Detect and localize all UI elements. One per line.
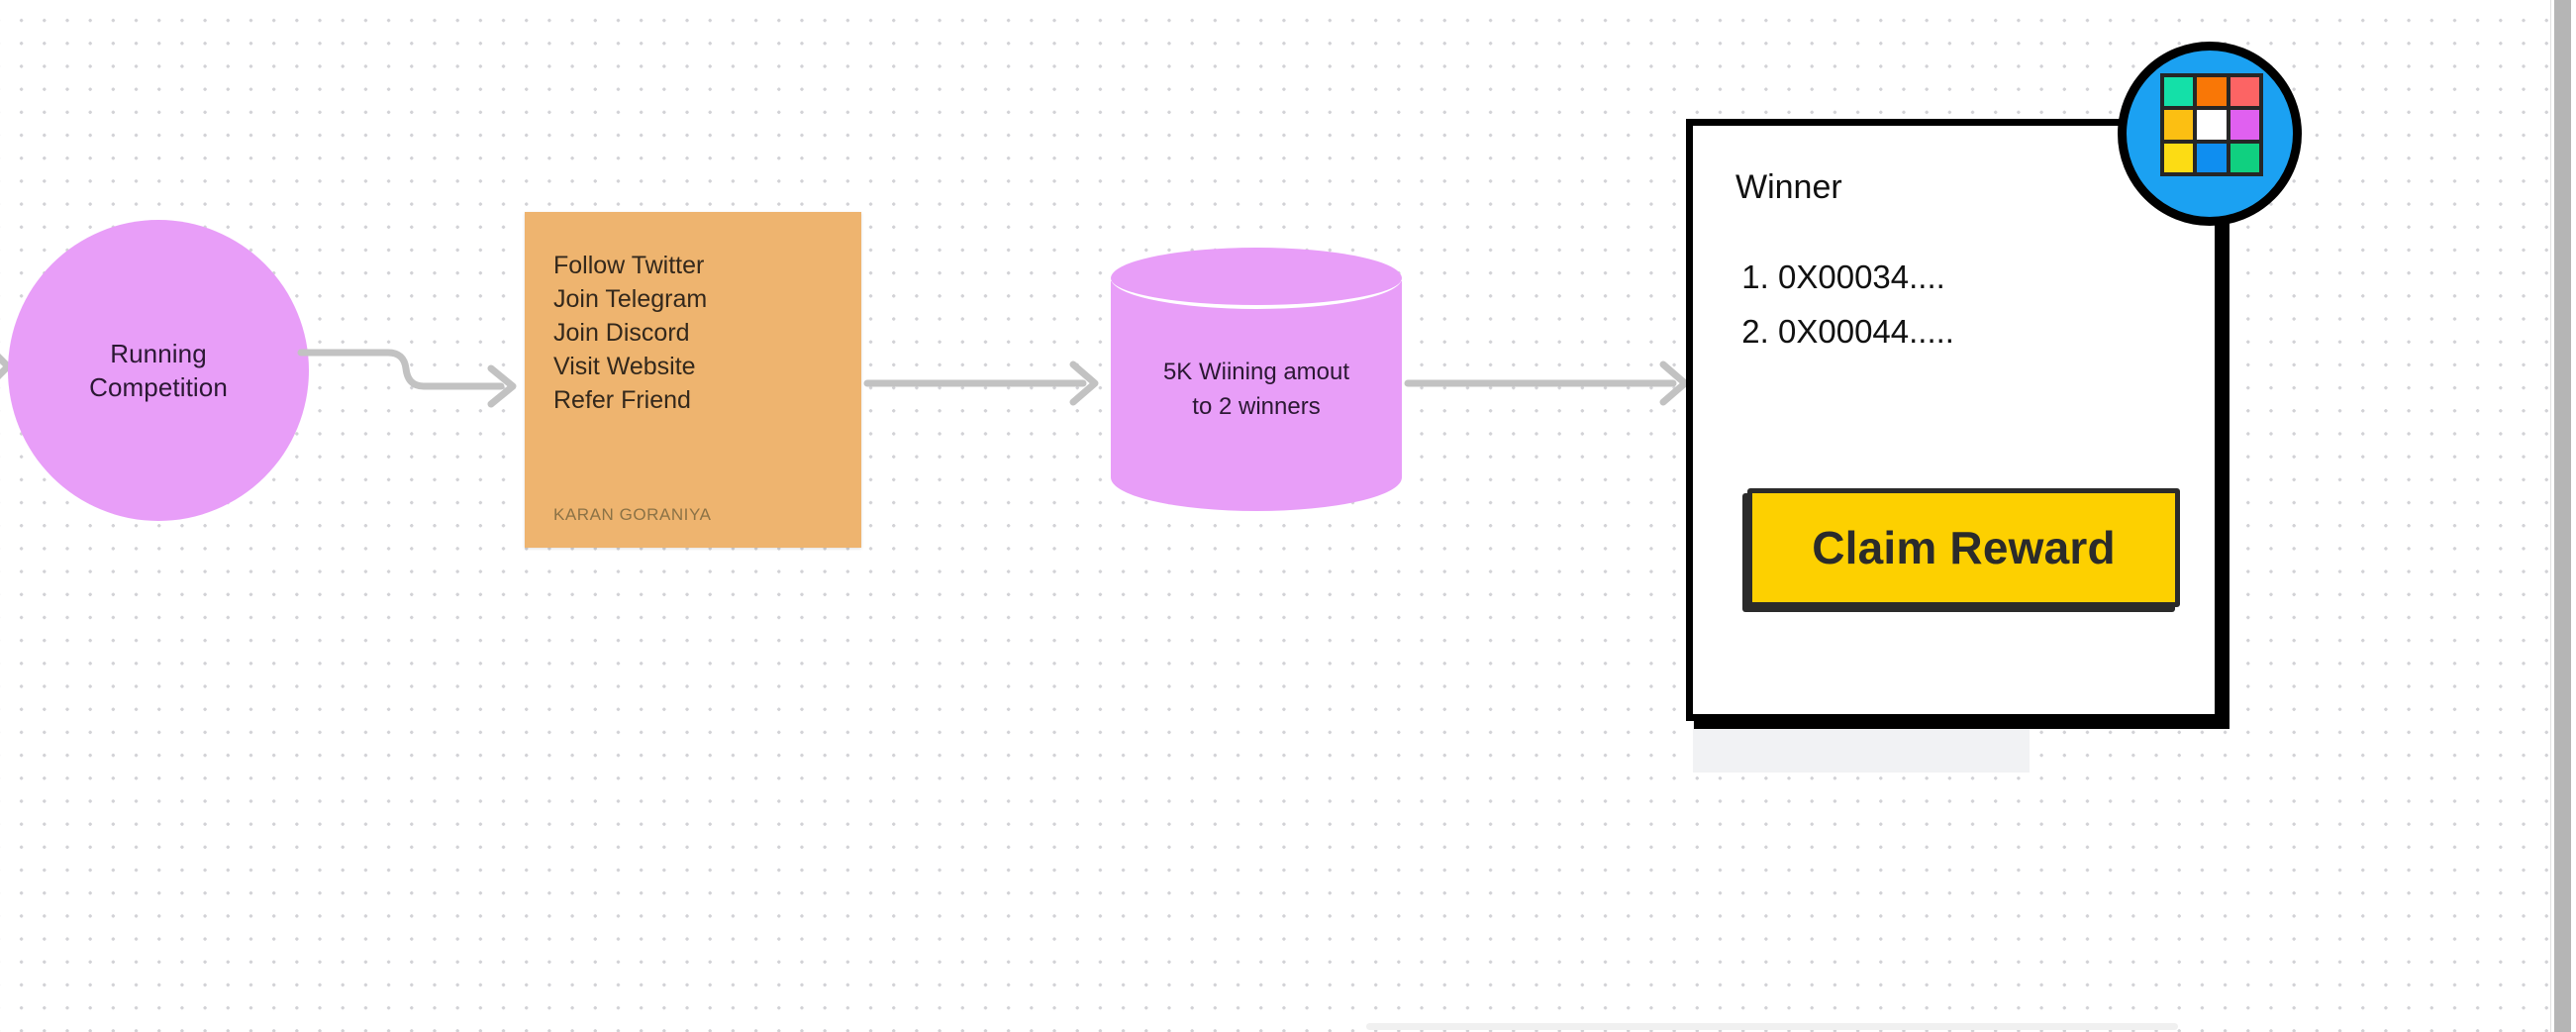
- winner-address-1: 0X00034....: [1778, 250, 1954, 304]
- badge-grid: [2160, 73, 2263, 176]
- node-running-competition[interactable]: Running Competition: [8, 220, 309, 521]
- task-item-refer-friend[interactable]: Refer Friend: [553, 383, 707, 417]
- competition-label-line2: Competition: [89, 372, 228, 402]
- claim-reward-button[interactable]: Claim Reward: [1742, 488, 2180, 612]
- horizontal-scrollbar[interactable]: [0, 1022, 2550, 1032]
- task-item-join-telegram[interactable]: Join Telegram: [553, 282, 707, 316]
- claim-button-face[interactable]: Claim Reward: [1747, 488, 2180, 607]
- badge-cell-4: [2164, 110, 2194, 140]
- node-prize-pool[interactable]: 5K Wiining amout to 2 winners: [1111, 248, 1402, 511]
- node-task-list[interactable]: Follow Twitter Join Telegram Join Discor…: [525, 212, 861, 548]
- pool-label-line1: 5K Wiining amout: [1162, 359, 1350, 385]
- badge-cell-8: [2197, 143, 2227, 172]
- cylinder-top-ellipse: [1111, 248, 1402, 309]
- vertical-scrollbar[interactable]: [2550, 0, 2576, 1032]
- vertical-scrollbar-thumb[interactable]: [2554, 0, 2571, 1032]
- task-item-follow-twitter[interactable]: Follow Twitter: [553, 249, 707, 282]
- task-item-join-discord[interactable]: Join Discord: [553, 316, 707, 350]
- task-list: Follow Twitter Join Telegram Join Discor…: [553, 249, 707, 417]
- pool-label-line2: to 2 winners: [1192, 393, 1321, 420]
- whiteboard-canvas[interactable]: Running Competition Follow Twitter Join …: [0, 0, 2576, 1032]
- task-note-author: KARAN GORANIYA: [553, 505, 712, 524]
- badge-cell-7: [2164, 143, 2194, 172]
- claim-button-label: Claim Reward: [1812, 522, 2116, 573]
- badge-cell-5: [2197, 110, 2227, 140]
- connector-pool-to-winner: [1404, 361, 1689, 406]
- winner-address-2: 0X00044.....: [1778, 304, 1954, 359]
- horizontal-scrollbar-thumb[interactable]: [1366, 1023, 2178, 1030]
- badge-cell-9: [2229, 143, 2259, 172]
- badge-cell-2: [2197, 77, 2227, 107]
- pool-label: 5K Wiining amout to 2 winners: [1111, 355, 1402, 424]
- color-grid-icon[interactable]: [2118, 42, 2302, 226]
- connector-tasks-to-pool: [863, 361, 1099, 406]
- task-item-visit-website[interactable]: Visit Website: [553, 350, 707, 383]
- connector-competition-to-tasks: [297, 349, 517, 408]
- competition-label-line1: Running: [110, 339, 207, 368]
- winner-card-title: Winner: [1735, 168, 1842, 206]
- badge-cell-1: [2164, 77, 2194, 107]
- badge-cell-3: [2229, 77, 2259, 107]
- badge-cell-6: [2229, 110, 2259, 140]
- winner-address-list: 0X00034.... 0X00044.....: [1735, 250, 1954, 359]
